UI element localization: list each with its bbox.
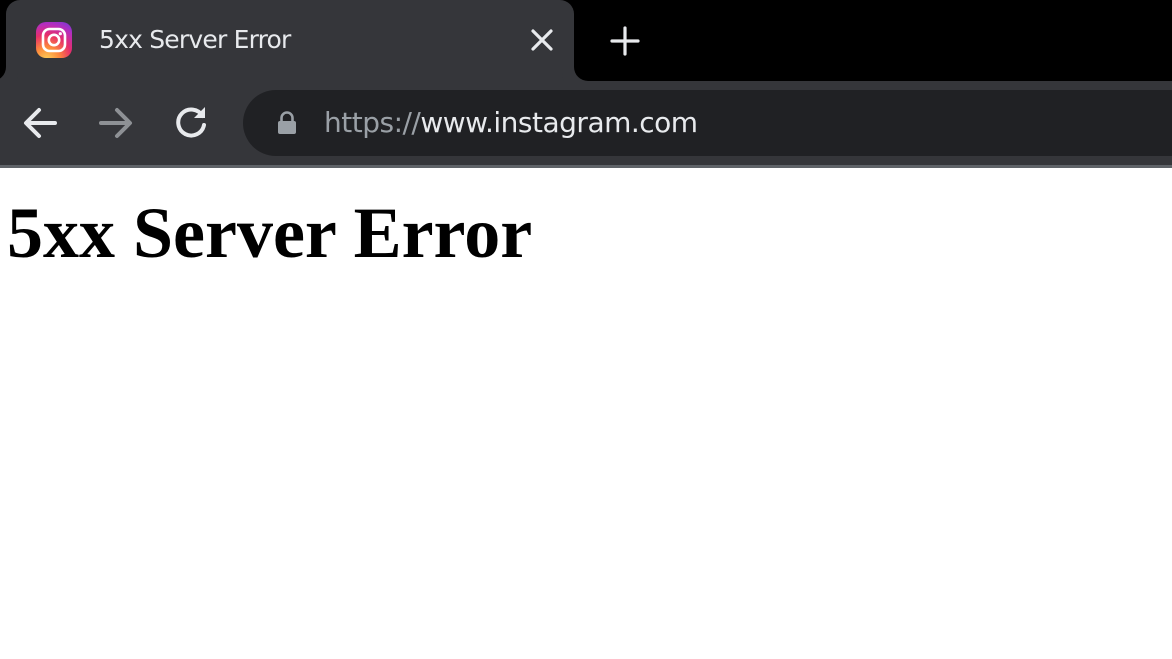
active-tab[interactable]: 5xx Server Error bbox=[6, 0, 574, 81]
url-host: www.instagram.com bbox=[420, 106, 698, 139]
url-scheme: https:// bbox=[324, 106, 421, 139]
toolbar: https://www.instagram.com bbox=[0, 81, 1172, 165]
lock-icon[interactable] bbox=[273, 109, 301, 137]
tab-strip: 5xx Server Error bbox=[0, 0, 1172, 81]
browser-window: 5xx Server Error https://www.instagram.c… bbox=[0, 0, 1172, 659]
forward-arrow-icon[interactable] bbox=[94, 101, 138, 145]
url-text[interactable]: https://www.instagram.com bbox=[324, 103, 698, 143]
close-tab-icon[interactable] bbox=[524, 22, 560, 58]
reload-icon[interactable] bbox=[169, 101, 213, 145]
instagram-icon bbox=[36, 22, 72, 58]
tab-title: 5xx Server Error bbox=[99, 25, 291, 54]
page-heading: 5xx Server Error bbox=[7, 193, 533, 273]
page-content: 5xx Server Error bbox=[0, 168, 1172, 659]
back-arrow-icon[interactable] bbox=[18, 101, 62, 145]
address-bar[interactable]: https://www.instagram.com bbox=[243, 90, 1172, 156]
new-tab-icon[interactable] bbox=[604, 20, 646, 62]
